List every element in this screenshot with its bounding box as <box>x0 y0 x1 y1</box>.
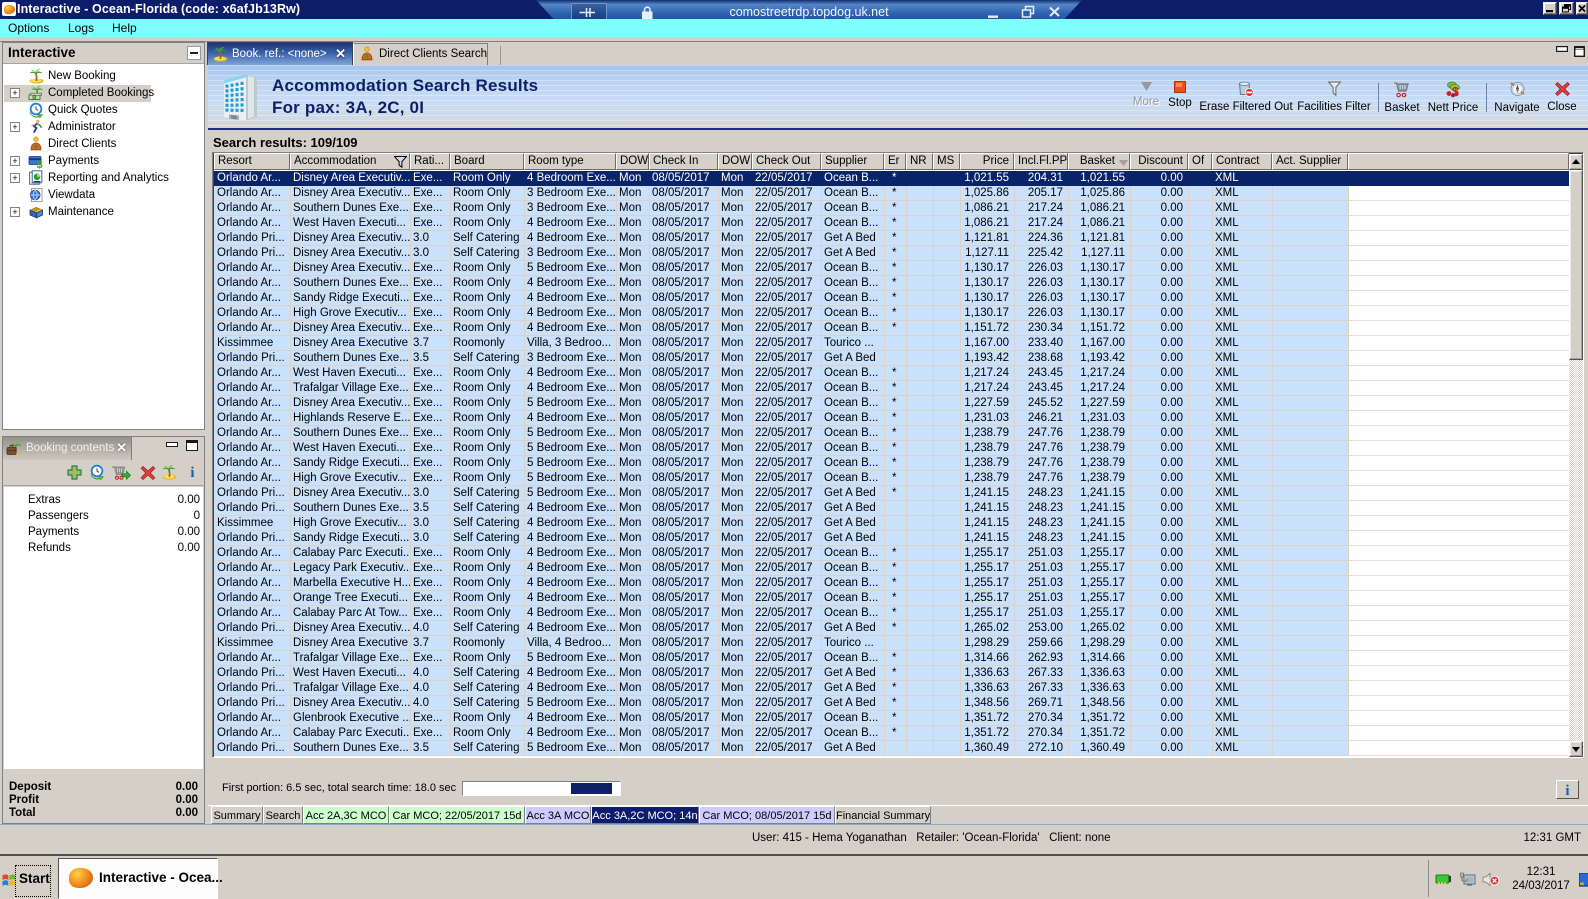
svg-text:i: i <box>190 465 194 479</box>
svg-text:i: i <box>1565 783 1569 797</box>
svg-text:$: $ <box>36 159 42 169</box>
